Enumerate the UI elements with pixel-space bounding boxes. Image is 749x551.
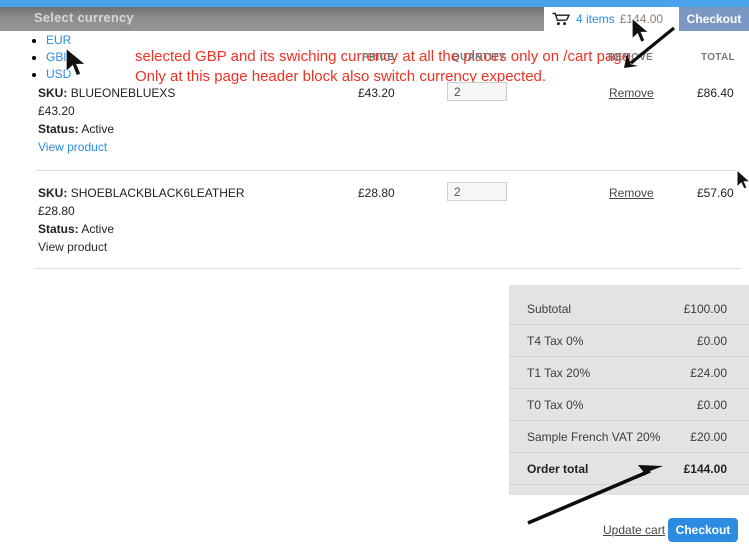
totals-label: T1 Tax 20% [527, 365, 591, 380]
totals-value: £0.00 [696, 333, 727, 348]
totals-value: £144.00 [683, 461, 727, 476]
currency-selector-list: EUR GBP USD [28, 32, 71, 83]
mini-cart[interactable]: 4 items £144.00 [544, 7, 679, 31]
row-total-cell: £86.40 [697, 86, 734, 100]
totals-label: Sample French VAT 20% [527, 429, 661, 444]
totals-row-subtotal: Subtotal £100.00 [509, 293, 749, 325]
row-status: Status: Active [38, 122, 114, 136]
sku-value: BLUEONEBLUEXS [70, 86, 176, 100]
status-label: Status: [38, 222, 79, 236]
cart-page: Select currency 4 items £144.00 Checkout… [0, 0, 749, 551]
remove-item-link[interactable]: Remove [609, 86, 654, 100]
row-sku: SKU: SHOEBLACKBLACK6LEATHER [38, 186, 245, 200]
totals-row-order-total: Order total £144.00 [509, 453, 749, 485]
top-accent-strip [0, 0, 749, 7]
column-header-quantity: QUANTITY [452, 52, 506, 63]
totals-row-t1-tax: T1 Tax 20% £24.00 [509, 357, 749, 389]
row-total-cell: £57.60 [697, 186, 734, 200]
row-unit-price: £43.20 [38, 104, 75, 118]
currency-item-usd[interactable]: USD [46, 66, 71, 83]
currency-link-eur[interactable]: EUR [46, 33, 71, 47]
checkout-button[interactable]: Checkout [668, 518, 738, 542]
column-header-total: TOTAL [701, 52, 735, 63]
update-cart-link[interactable]: Update cart [603, 523, 665, 537]
totals-value: £24.00 [690, 365, 727, 380]
row-divider [35, 268, 740, 269]
quantity-input[interactable] [447, 82, 507, 101]
view-product-link[interactable]: View product [38, 140, 107, 154]
currency-item-gbp[interactable]: GBP [46, 49, 71, 66]
totals-label: Order total [527, 461, 589, 476]
totals-value: £0.00 [696, 397, 727, 412]
totals-label: T4 Tax 0% [527, 333, 584, 348]
totals-row-t0-tax: T0 Tax 0% £0.00 [509, 389, 749, 421]
table-row: SKU: SHOEBLACKBLACK6LEATHER £28.80 Statu… [0, 182, 749, 266]
remove-item-link[interactable]: Remove [609, 186, 654, 200]
currency-link-gbp[interactable]: GBP [46, 50, 71, 64]
row-divider [35, 170, 740, 171]
column-header-remove: REMOVE [608, 52, 654, 63]
view-product-link[interactable]: View product [38, 240, 107, 254]
sku-label: SKU: [38, 186, 68, 200]
order-totals-panel: Subtotal £100.00 T4 Tax 0% £0.00 T1 Tax … [509, 285, 749, 495]
currency-item-eur[interactable]: EUR [46, 32, 71, 49]
row-price-cell: £28.80 [358, 186, 395, 200]
header-checkout-button[interactable]: Checkout [679, 7, 749, 31]
totals-label: T0 Tax 0% [527, 397, 584, 412]
row-status: Status: Active [38, 222, 114, 236]
shopping-cart-icon [552, 12, 571, 26]
row-unit-price: £28.80 [38, 204, 75, 218]
page-title: Select currency [34, 10, 134, 25]
currency-link-usd[interactable]: USD [46, 67, 71, 81]
cart-total-amount: £144.00 [619, 12, 664, 26]
row-sku: SKU: BLUEONEBLUEXS [38, 86, 175, 100]
status-value: Active [81, 222, 115, 236]
status-label: Status: [38, 122, 79, 136]
status-value: Active [81, 122, 115, 136]
totals-row-t4-tax: T4 Tax 0% £0.00 [509, 325, 749, 357]
sku-label: SKU: [38, 86, 68, 100]
sku-value: SHOEBLACKBLACK6LEATHER [70, 186, 245, 200]
totals-value: £20.00 [690, 429, 727, 444]
totals-value: £100.00 [683, 301, 727, 316]
quantity-input[interactable] [447, 182, 507, 201]
totals-row-french-vat: Sample French VAT 20% £20.00 [509, 421, 749, 453]
totals-label: Subtotal [527, 301, 572, 316]
column-header-price: PRICE [362, 52, 395, 63]
table-row: SKU: BLUEONEBLUEXS £43.20 Status: Active… [0, 82, 749, 166]
row-price-cell: £43.20 [358, 86, 395, 100]
cart-item-count[interactable]: 4 items [576, 12, 615, 26]
